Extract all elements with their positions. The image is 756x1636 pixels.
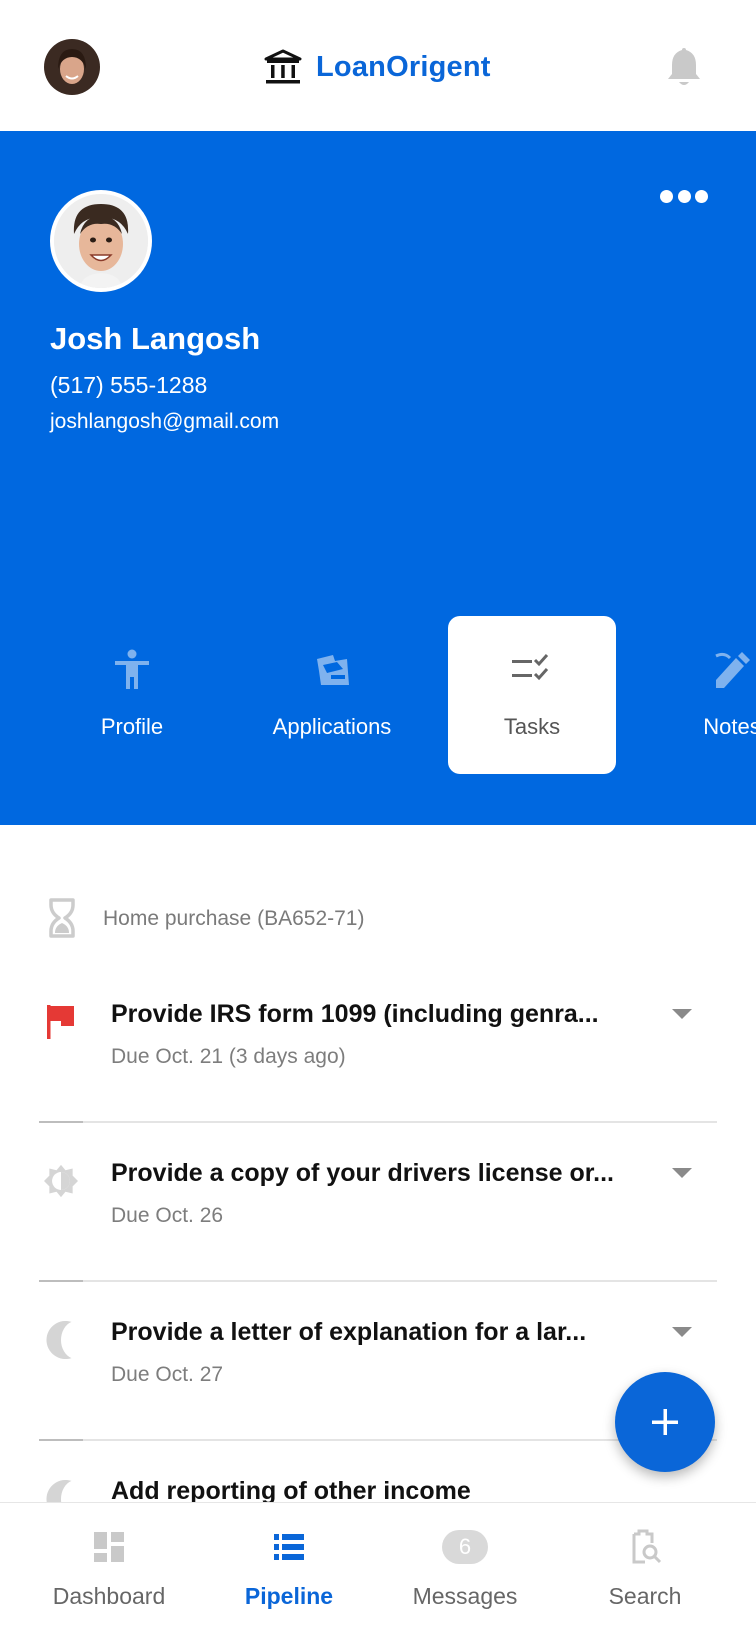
nav-label: Messages: [412, 1583, 518, 1609]
nav-pipeline[interactable]: Pipeline: [199, 1503, 379, 1636]
tab-profile[interactable]: Profile: [48, 616, 216, 774]
task-due-date: Due Oct. 26: [111, 1204, 224, 1227]
bank-icon: [264, 49, 302, 84]
more-options-button[interactable]: [656, 182, 712, 210]
search-icon: [632, 1529, 662, 1564]
contact-photo: [54, 194, 148, 288]
nav-label: Dashboard: [52, 1583, 166, 1609]
nav-search[interactable]: Search: [555, 1503, 735, 1636]
chevron-down-icon[interactable]: [672, 1327, 692, 1337]
person-icon: [115, 649, 149, 689]
chevron-down-icon[interactable]: [672, 1168, 692, 1178]
crescent-moon-icon: [46, 1479, 72, 1502]
applications-icon: [317, 655, 349, 685]
task-due-date: Due Oct. 21 (3 days ago): [111, 1045, 346, 1068]
plus-icon: [652, 1409, 678, 1435]
tab-label: Notes: [703, 714, 756, 739]
chevron-down-icon[interactable]: [672, 1009, 692, 1019]
tab-applications[interactable]: Applications: [248, 616, 416, 774]
tab-label: Tasks: [503, 714, 561, 739]
nav-messages[interactable]: 6 Messages: [375, 1503, 555, 1636]
top-bar: LoanOrigent: [0, 0, 756, 131]
brand: LoanOrigent: [264, 44, 491, 90]
pipeline-icon: [274, 1534, 304, 1560]
contact-avatar: [50, 190, 152, 292]
task-title: Add reporting of other income: [111, 1477, 471, 1502]
red-flag-icon: [47, 1005, 74, 1039]
notifications-button[interactable]: [666, 44, 702, 88]
nav-label: Pipeline: [244, 1583, 334, 1609]
divider: [39, 1121, 717, 1123]
application-label: Home purchase (BA652-71): [103, 907, 365, 930]
task-row[interactable]: Provide a copy of your drivers license o…: [0, 1128, 756, 1286]
bell-icon: [668, 48, 700, 85]
nav-dashboard[interactable]: Dashboard: [19, 1503, 199, 1636]
user-avatar-image: [44, 39, 100, 95]
tab-label: Applications: [272, 714, 392, 739]
hourglass-icon: [49, 898, 75, 938]
more-dot-icon: [660, 189, 673, 203]
tab-notes[interactable]: Notes: [648, 616, 756, 774]
add-task-button[interactable]: [615, 1372, 715, 1472]
crescent-moon-icon: [46, 1320, 72, 1360]
brand-name: LoanOrigent: [316, 50, 491, 83]
messages-count-badge: 6: [442, 1530, 488, 1564]
more-dot-icon: [695, 189, 708, 203]
task-title: Provide a copy of your drivers license o…: [111, 1159, 614, 1187]
user-avatar[interactable]: [44, 39, 100, 95]
divider: [39, 1280, 717, 1282]
task-title: Provide IRS form 1099 (including genra..…: [111, 1000, 599, 1028]
contact-email[interactable]: joshlangosh@gmail.com: [50, 410, 279, 434]
task-title: Provide a letter of explanation for a la…: [111, 1318, 587, 1346]
more-dot-icon: [677, 189, 691, 203]
bottom-navigation: Dashboard Pipeline 6 Messages Search: [0, 1502, 756, 1636]
divider: [39, 1439, 717, 1441]
tab-label: Profile: [100, 714, 164, 739]
contact-phone[interactable]: (517) 555-1288: [50, 372, 207, 399]
contact-name: Josh Langosh: [50, 321, 261, 356]
application-header[interactable]: Home purchase (BA652-71): [0, 895, 756, 945]
nav-label: Search: [608, 1583, 682, 1609]
half-sun-icon: [44, 1164, 78, 1198]
task-row[interactable]: Provide IRS form 1099 (including genra..…: [0, 969, 756, 1127]
notes-icon: [715, 652, 750, 688]
dashboard-icon: [94, 1532, 124, 1562]
contact-header: Josh Langosh (517) 555-1288 joshlangosh@…: [0, 131, 756, 825]
contact-tabs: Profile Applications Tasks Notes: [0, 616, 756, 776]
tab-tasks[interactable]: Tasks: [448, 616, 616, 774]
tasks-icon: [512, 654, 549, 681]
task-due-date: Due Oct. 27: [111, 1363, 224, 1386]
